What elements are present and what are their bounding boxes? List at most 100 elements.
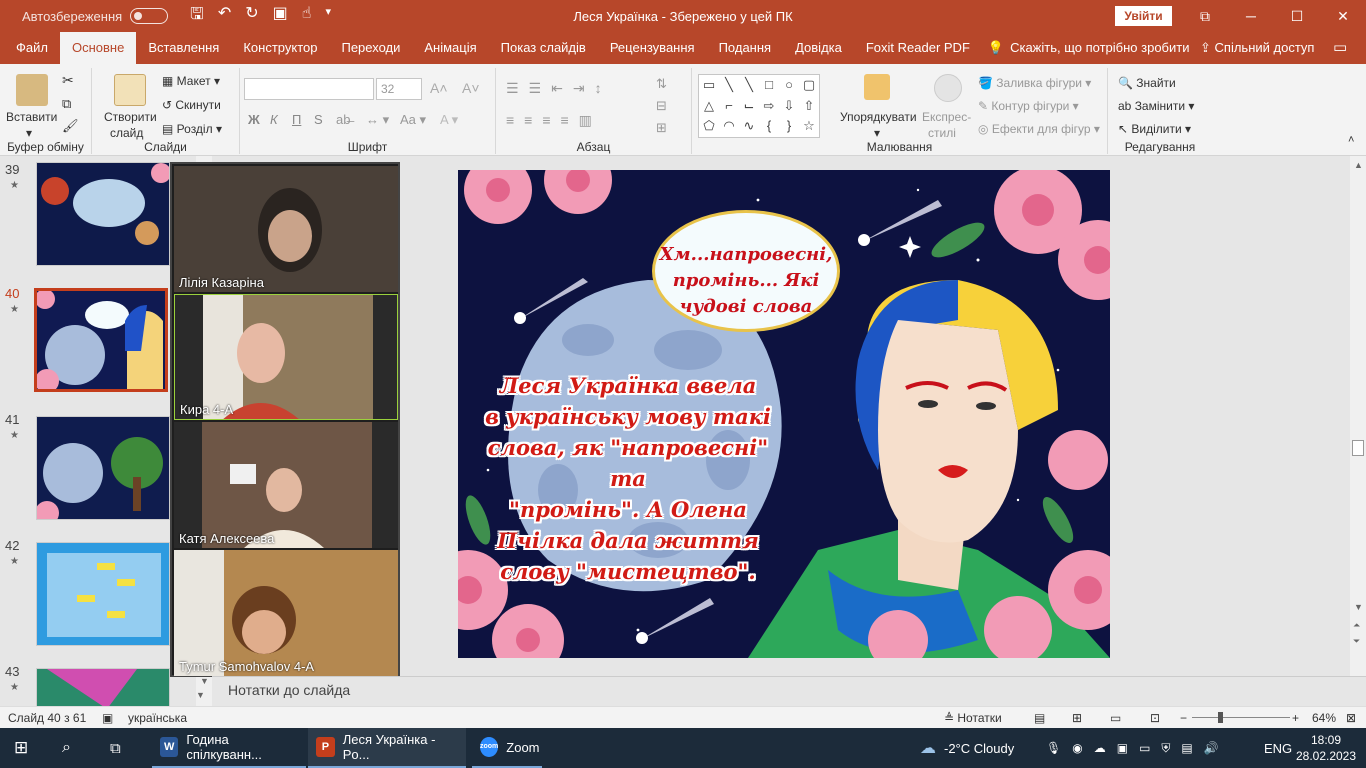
- triangle-shape-icon[interactable]: △: [699, 96, 719, 117]
- new-slide-label[interactable]: Створити: [104, 110, 157, 124]
- bold-button[interactable]: Ж: [248, 112, 260, 127]
- quick-styles-icon[interactable]: [934, 74, 962, 102]
- italic-button[interactable]: К: [270, 112, 278, 127]
- new-slide-label2[interactable]: слайд: [110, 126, 143, 140]
- app-tray-icon[interactable]: ▣: [1117, 741, 1128, 755]
- speech-bubble-text[interactable]: Хм...напровесні, промінь... Які чудові с…: [658, 242, 834, 320]
- section-button[interactable]: ▤ Розділ ▾: [162, 122, 222, 136]
- spacing-icon[interactable]: ↔ ▾: [366, 112, 389, 128]
- video-tile-active[interactable]: Кира 4-А: [174, 294, 398, 420]
- zoom-tray-icon[interactable]: ◉: [1072, 741, 1082, 755]
- pentagon-shape-icon[interactable]: ⬠: [699, 116, 719, 137]
- scroll-down-icon[interactable]: ▼: [1354, 602, 1363, 612]
- video-tile[interactable]: Tymur Samohvalov 4-A: [174, 550, 398, 676]
- notes-toggle-icon[interactable]: ▼: [196, 690, 205, 700]
- curve-shape-icon[interactable]: ∿: [739, 116, 759, 137]
- shapes-gallery[interactable]: ▭ ╲ ╲ □ ○ ▢ △ ⌐ ⌙ ⇨ ⇩ ⇧ ⬠ ◠ ∿{} ☆: [698, 74, 820, 138]
- layout-button[interactable]: ▦ Макет ▾: [162, 74, 220, 88]
- shadow-button[interactable]: S: [314, 112, 323, 127]
- rect-shape-icon[interactable]: □: [759, 75, 779, 96]
- notes-button[interactable]: ≜ Нотатки: [944, 711, 1002, 725]
- paste-label[interactable]: Вставити: [6, 110, 57, 124]
- tab-design[interactable]: Конструктор: [231, 32, 329, 64]
- comments-icon[interactable]: ▭: [1333, 32, 1347, 64]
- maximize-button[interactable]: ☐: [1274, 0, 1320, 32]
- fit-to-window-icon[interactable]: ⊠: [1346, 711, 1356, 725]
- main-slide-text[interactable]: Леся Українка ввела в українську мову та…: [478, 370, 778, 587]
- strikethrough-icon[interactable]: ab̶: [336, 112, 350, 127]
- select-button[interactable]: ↖ Виділити ▾: [1118, 122, 1191, 136]
- textbox-shape-icon[interactable]: ▭: [699, 75, 719, 96]
- redo-icon[interactable]: ↻: [245, 3, 258, 30]
- arc-shape-icon[interactable]: ◠: [719, 116, 739, 137]
- volume-icon[interactable]: 🔊: [1204, 741, 1219, 755]
- microphone-icon[interactable]: 🎙: [1046, 741, 1061, 755]
- paste-icon[interactable]: [16, 74, 48, 106]
- font-name-box[interactable]: [244, 78, 374, 100]
- spellcheck-icon[interactable]: ▣: [102, 711, 113, 725]
- slide-thumbnail[interactable]: [36, 542, 170, 646]
- zoom-level[interactable]: 64%: [1312, 711, 1336, 725]
- taskbar-app-zoom[interactable]: zoom Zoom: [472, 728, 542, 768]
- tab-animations[interactable]: Анімація: [412, 32, 488, 64]
- windows-start-icon[interactable]: ⊞: [14, 728, 28, 768]
- video-tile[interactable]: Лілія Казаріна: [174, 166, 398, 292]
- increase-font-icon[interactable]: A˄: [430, 80, 448, 96]
- close-button[interactable]: ✕: [1320, 0, 1366, 32]
- share-button[interactable]: ⇪ Спільний доступ: [1200, 32, 1314, 64]
- input-language[interactable]: ENG: [1264, 728, 1292, 768]
- right-arrow-icon[interactable]: ⇨: [759, 96, 779, 117]
- toggle-switch[interactable]: [130, 8, 169, 24]
- line2-shape-icon[interactable]: ╲: [739, 75, 759, 96]
- notes-placeholder[interactable]: Нотатки до слайда: [228, 682, 350, 698]
- save-icon[interactable]: 🖫: [190, 3, 204, 30]
- task-view-icon[interactable]: ⧉: [110, 728, 121, 768]
- copy-icon[interactable]: ⧉: [62, 96, 71, 112]
- font-color-icon[interactable]: A ▾: [440, 112, 458, 128]
- rounded-rect-icon[interactable]: ▢: [799, 75, 819, 96]
- slide-canvas[interactable]: Хм...напровесні, промінь... Які чудові с…: [458, 170, 1110, 658]
- zoom-out-icon[interactable]: −: [1180, 711, 1187, 725]
- quick-styles-label[interactable]: Експрес-: [922, 110, 971, 124]
- list-icons[interactable]: ☰☰⇤⇥↕: [506, 80, 612, 97]
- align-text-icon[interactable]: ⊟: [656, 98, 667, 114]
- elbow-shape-icon[interactable]: ⌐: [719, 96, 739, 117]
- slideshow-icon[interactable]: ⊡: [1150, 711, 1160, 725]
- normal-view-icon[interactable]: ▤: [1034, 711, 1045, 725]
- paste-dropdown-icon[interactable]: ▾: [26, 126, 32, 140]
- clock[interactable]: 18:09 28.02.2023: [1296, 728, 1356, 768]
- tab-slideshow[interactable]: Показ слайдів: [489, 32, 598, 64]
- scroll-up-icon[interactable]: ▲: [1354, 160, 1363, 170]
- slide-sorter-icon[interactable]: ⊞: [1072, 711, 1082, 725]
- cut-icon[interactable]: ✂: [62, 72, 74, 89]
- star-shape-icon[interactable]: ☆: [799, 116, 819, 137]
- collapse-ribbon-icon[interactable]: ˄: [1348, 134, 1354, 146]
- taskbar-app-powerpoint[interactable]: P Леся Українка - Po...: [308, 728, 466, 768]
- undo-icon[interactable]: ↶: [218, 3, 231, 30]
- video-tile[interactable]: Катя Алексеева: [174, 422, 398, 548]
- shape-outline-button[interactable]: ✎ Контур фігури ▾: [978, 99, 1079, 113]
- zoom-slider[interactable]: [1192, 717, 1290, 718]
- slide-thumbnail-selected[interactable]: [34, 288, 168, 392]
- scroll-down-icon[interactable]: ▼: [200, 676, 209, 686]
- slide-thumbnail[interactable]: [36, 668, 170, 706]
- slide-thumbnail[interactable]: [36, 416, 170, 520]
- tab-help[interactable]: Довідка: [783, 32, 854, 64]
- search-icon[interactable]: ⌕: [62, 728, 71, 768]
- elbow2-shape-icon[interactable]: ⌙: [739, 96, 759, 117]
- minimize-button[interactable]: ─: [1228, 0, 1274, 32]
- smartart-icon[interactable]: ⊞: [656, 120, 667, 136]
- quick-styles-label2[interactable]: стилі: [928, 126, 956, 140]
- tab-view[interactable]: Подання: [707, 32, 784, 64]
- zoom-slider-thumb[interactable]: [1218, 712, 1223, 723]
- ribbon-display-icon[interactable]: ⧉: [1182, 0, 1228, 32]
- tab-insert[interactable]: Вставлення: [136, 32, 231, 64]
- next-slide-icon[interactable]: ⏷: [1353, 636, 1360, 647]
- scroll-thumb[interactable]: [1352, 440, 1364, 456]
- tab-review[interactable]: Рецензування: [598, 32, 707, 64]
- align-icons[interactable]: ≡≡≡≡▥: [506, 112, 602, 129]
- decrease-font-icon[interactable]: A˅: [462, 80, 480, 96]
- language-indicator[interactable]: українська: [128, 711, 187, 725]
- onedrive-icon[interactable]: ☁: [1094, 741, 1106, 755]
- tell-me-box[interactable]: 💡 Скажіть, що потрібно зробити: [988, 40, 1190, 56]
